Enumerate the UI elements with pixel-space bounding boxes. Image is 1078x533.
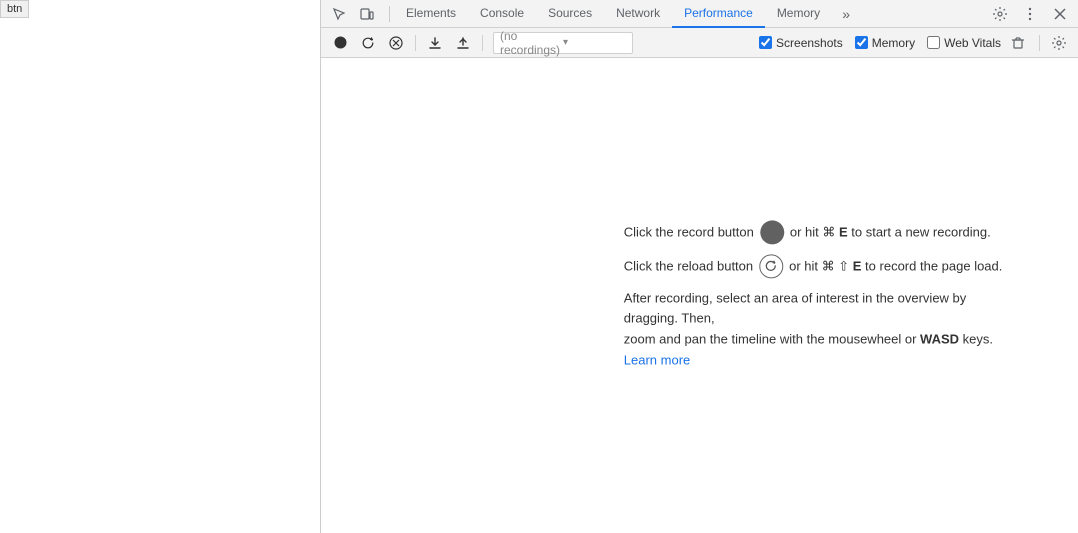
record-instruction-suffix: or hit ⌘ E to start a new recording. bbox=[790, 220, 991, 243]
record-button-icon bbox=[760, 220, 784, 244]
screenshots-checkbox-item[interactable]: Screenshots bbox=[759, 36, 843, 50]
browser-page-area bbox=[0, 0, 320, 533]
close-devtools-button[interactable] bbox=[1046, 0, 1074, 28]
instructions-panel: Click the record button or hit ⌘ E to st… bbox=[624, 220, 1003, 371]
record-button[interactable] bbox=[327, 30, 353, 56]
performance-main-content: Click the record button or hit ⌘ E to st… bbox=[321, 58, 1078, 533]
after-line2: zoom and pan the timeline with the mouse… bbox=[624, 332, 993, 368]
reload-instruction-suffix: or hit ⌘ ⇧ E to record the page load. bbox=[789, 254, 1002, 277]
toolbar-divider-3 bbox=[1039, 35, 1040, 51]
reload-and-record-button[interactable] bbox=[355, 30, 381, 56]
performance-toolbar: (no recordings) ▾ Screenshots Memory Web… bbox=[321, 28, 1078, 58]
tab-icon-group bbox=[325, 0, 381, 28]
recordings-dropdown[interactable]: (no recordings) ▾ bbox=[493, 32, 633, 54]
memory-checkbox-item[interactable]: Memory bbox=[855, 36, 915, 50]
dropdown-chevron-icon: ▾ bbox=[563, 37, 626, 48]
screenshots-checkbox[interactable] bbox=[759, 36, 772, 49]
record-instruction-row: Click the record button or hit ⌘ E to st… bbox=[624, 220, 1003, 244]
reload-instruction-prefix: Click the reload button bbox=[624, 254, 753, 277]
memory-checkbox[interactable] bbox=[855, 36, 868, 49]
more-options-button[interactable] bbox=[1016, 0, 1044, 28]
tab-elements[interactable]: Elements bbox=[394, 0, 468, 28]
tab-network[interactable]: Network bbox=[604, 0, 672, 28]
learn-more-link[interactable]: Learn more bbox=[624, 352, 690, 367]
web-vitals-checkbox[interactable] bbox=[927, 36, 940, 49]
after-recording-text: After recording, select an area of inter… bbox=[624, 288, 1003, 371]
tab-memory[interactable]: Memory bbox=[765, 0, 832, 28]
tab-actions bbox=[986, 0, 1074, 28]
tab-divider-1 bbox=[389, 6, 390, 22]
delete-recordings-button[interactable] bbox=[1005, 30, 1031, 56]
reload-button-icon bbox=[759, 254, 783, 278]
clear-button[interactable] bbox=[383, 30, 409, 56]
devtools-panel: Elements Console Sources Network Perform… bbox=[320, 0, 1078, 533]
toolbar-divider-1 bbox=[415, 35, 416, 51]
tab-performance[interactable]: Performance bbox=[672, 0, 765, 28]
web-vitals-checkbox-item[interactable]: Web Vitals bbox=[927, 36, 1001, 50]
tab-console[interactable]: Console bbox=[468, 0, 536, 28]
tab-bar: Elements Console Sources Network Perform… bbox=[321, 0, 1078, 28]
checkbox-group: Screenshots Memory Web Vitals bbox=[759, 36, 1001, 50]
btn-label: btn bbox=[0, 0, 29, 18]
save-profile-button[interactable] bbox=[450, 30, 476, 56]
settings-button[interactable] bbox=[986, 0, 1014, 28]
record-instruction-prefix: Click the record button bbox=[624, 220, 754, 243]
inspect-element-button[interactable] bbox=[325, 0, 353, 28]
reload-instruction-row: Click the reload button or hit ⌘ ⇧ E to … bbox=[624, 254, 1003, 278]
more-tabs-button[interactable]: » bbox=[832, 0, 860, 28]
load-profile-button[interactable] bbox=[422, 30, 448, 56]
device-toolbar-button[interactable] bbox=[353, 0, 381, 28]
capture-settings-button[interactable] bbox=[1046, 30, 1072, 56]
toolbar-divider-2 bbox=[482, 35, 483, 51]
tab-sources[interactable]: Sources bbox=[536, 0, 604, 28]
